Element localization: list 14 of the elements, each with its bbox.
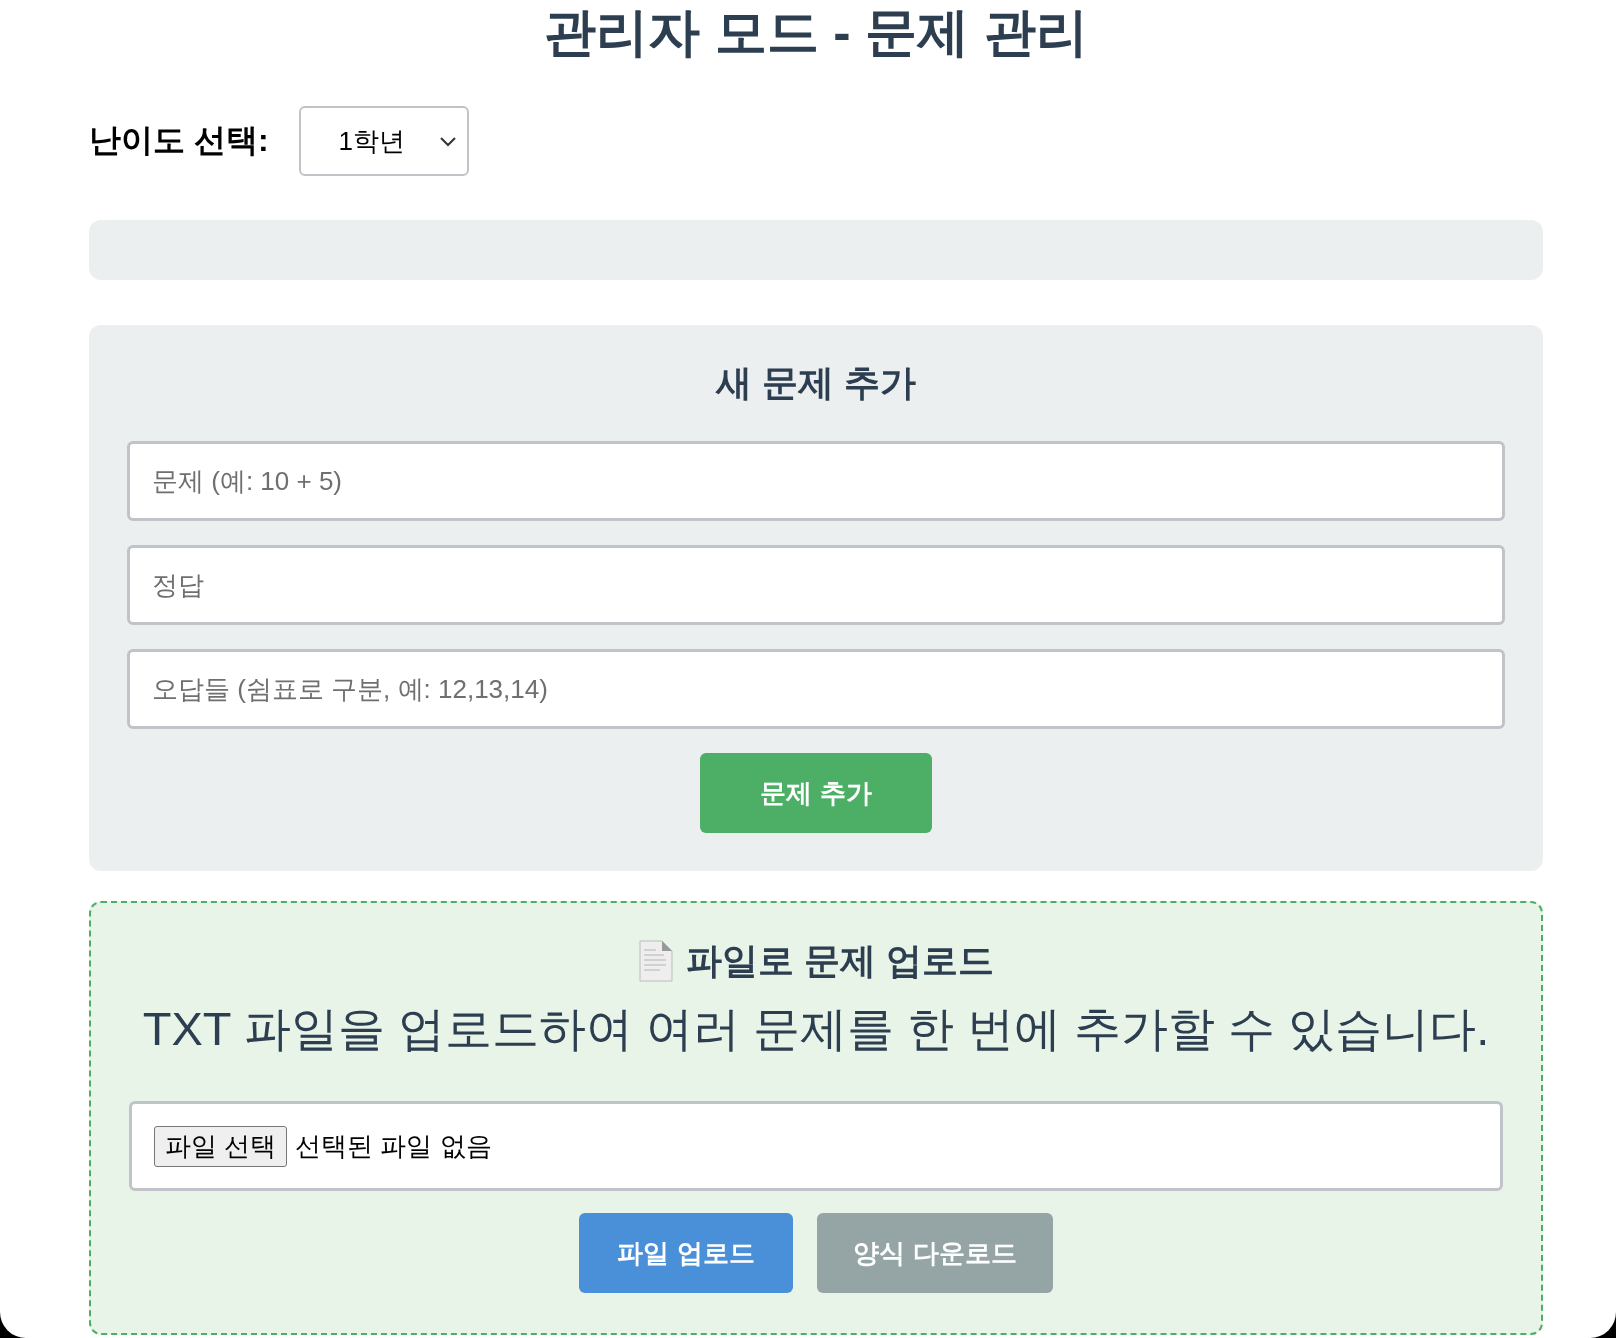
page-title: 관리자 모드 - 문제 관리 xyxy=(543,2,1089,62)
document-icon xyxy=(638,940,674,982)
file-status-text: 선택된 파일 없음 xyxy=(295,1129,492,1163)
file-input-field[interactable]: 파일 선택 선택된 파일 없음 xyxy=(129,1101,1503,1191)
text-input-field[interactable]: 문제 (예: 10 + 5) xyxy=(127,441,1505,521)
text-input-field[interactable]: 오답들 (쉼표로 구분, 예: 12,13,14) xyxy=(127,649,1505,729)
upload-description: TXT 파일을 업로드하여 여러 문제를 한 번에 추가할 수 있습니다. xyxy=(142,1001,1490,1057)
difficulty-select[interactable]: 1학년 xyxy=(298,106,469,176)
chevron-down-icon xyxy=(438,135,457,147)
difficulty-label: 난이도 선택: xyxy=(89,121,269,160)
panel-heading: 파일로 문제 업로드 xyxy=(686,939,994,983)
panel-heading: 새 문제 추가 xyxy=(716,361,916,405)
text-input-field[interactable]: 정답 xyxy=(127,545,1505,625)
choose-file-button[interactable]: 파일 선택 xyxy=(154,1125,288,1167)
